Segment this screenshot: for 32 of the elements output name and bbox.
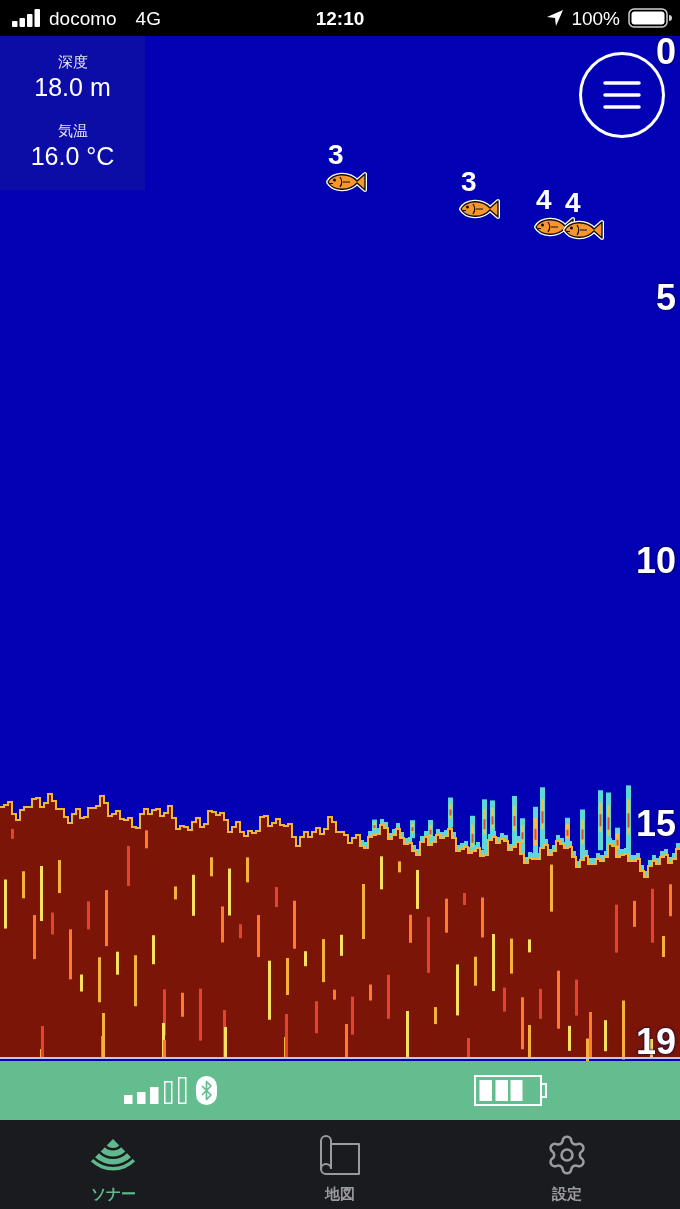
nav-tab[interactable]: 設定 (453, 1120, 680, 1209)
fish-depth-label: 3 (328, 141, 344, 169)
signal-strength-icon (123, 1077, 187, 1104)
fish-depth-label: 3 (461, 168, 477, 196)
fish-icon (325, 169, 368, 195)
map-icon (319, 1134, 361, 1176)
clock-time: 12:10 (315, 8, 365, 28)
depth-scale-label: 5 (655, 280, 676, 316)
carrier-name: docomo (49, 8, 117, 28)
depth-scale-label: 10 (635, 543, 676, 579)
location-arrow-icon (547, 10, 564, 26)
readout-label: 気温 (57, 121, 88, 141)
depth-scale-label: 19 (635, 1024, 676, 1060)
bluetooth-icon (196, 1076, 217, 1105)
readout-value: 18.0 m (34, 72, 111, 102)
sonar-waves-icon (91, 1139, 136, 1171)
fish-icon (562, 217, 605, 243)
readout-value: 16.0 °C (30, 141, 115, 171)
signal-bars-icon (12, 9, 40, 27)
nav-tab[interactable]: 地図 (226, 1120, 454, 1209)
menu-icon (603, 81, 641, 109)
fish-depth-label: 4 (536, 186, 552, 214)
nav-tab[interactable]: ソナー (0, 1120, 227, 1209)
readout-label: 深度 (57, 52, 88, 72)
device-battery-icon (473, 1075, 547, 1106)
depth-scale-label: 0 (655, 36, 676, 70)
battery-percent: 100% (571, 8, 620, 28)
battery-icon (628, 8, 672, 28)
fish-depth-label: 4 (565, 189, 581, 217)
depth-scale-label: 15 (635, 806, 676, 842)
fish-icon (458, 196, 501, 222)
network-type: 4G (135, 8, 161, 28)
